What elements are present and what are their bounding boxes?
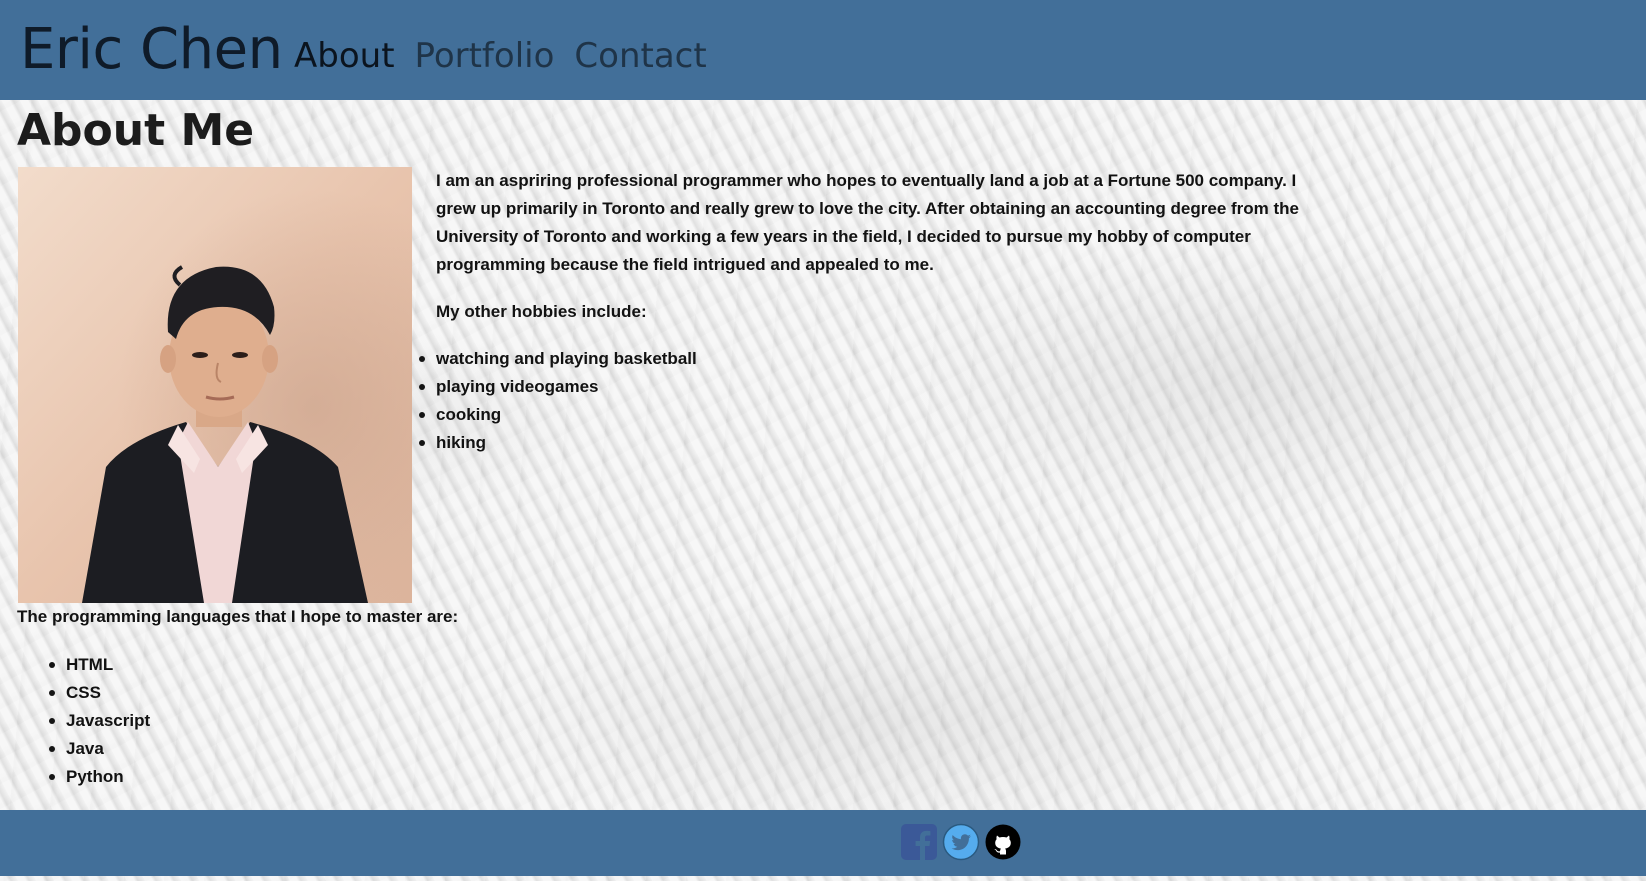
profile-photo [18, 167, 412, 603]
page-title: About Me [17, 105, 255, 156]
list-item: watching and playing basketball [419, 345, 697, 373]
nav-link-contact[interactable]: Contact [574, 34, 706, 78]
hobbies-heading: My other hobbies include: [436, 302, 647, 321]
site-footer [0, 810, 1646, 876]
nav-link-portfolio[interactable]: Portfolio [415, 34, 555, 78]
list-item: cooking [419, 401, 697, 429]
nav-link-about[interactable]: About [294, 34, 395, 78]
github-icon[interactable] [984, 823, 1022, 861]
facebook-icon[interactable] [900, 823, 938, 861]
list-item: HTML [48, 651, 150, 679]
social-links [900, 823, 1022, 861]
site-header: Eric Chen About Portfolio Contact [0, 0, 1646, 100]
list-item: Python [48, 763, 150, 791]
languages-list: HTML CSS Javascript Java Python [48, 651, 150, 791]
languages-heading: The programming languages that I hope to… [17, 607, 459, 626]
list-item: Javascript [48, 707, 150, 735]
list-item: CSS [48, 679, 150, 707]
main-nav: About Portfolio Contact [294, 34, 707, 78]
hobbies-list: watching and playing basketball playing … [419, 345, 697, 457]
list-item: playing videogames [419, 373, 697, 401]
list-item: hiking [419, 429, 697, 457]
twitter-icon[interactable] [942, 823, 980, 861]
list-item: Java [48, 735, 150, 763]
intro-paragraph: I am an aspriring professional programme… [436, 171, 1300, 274]
site-brand[interactable]: Eric Chen [20, 12, 283, 88]
